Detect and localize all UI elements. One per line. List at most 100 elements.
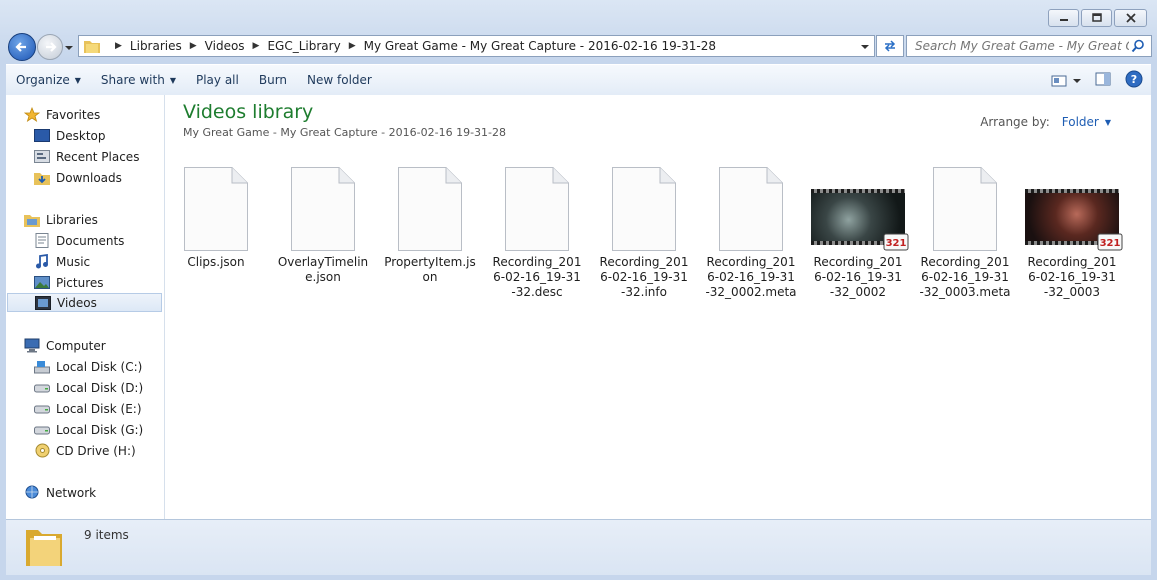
view-icon xyxy=(1051,75,1067,86)
documents-icon xyxy=(34,233,50,248)
nav-computer[interactable]: Computer xyxy=(24,336,162,355)
nav-label: Recent Places xyxy=(56,149,140,164)
maximize-icon xyxy=(1091,13,1102,22)
nav-label: Network xyxy=(46,485,97,500)
breadcrumb-videos[interactable]: Videos xyxy=(205,39,245,53)
file-list-pane: Videos library My Great Game - My Great … xyxy=(165,95,1151,519)
help-button[interactable]: ? xyxy=(1125,70,1143,91)
media-player-icon: 321 xyxy=(883,233,909,251)
nav-favorites[interactable]: Favorites xyxy=(24,105,162,124)
nav-label: CD Drive (H:) xyxy=(56,443,136,458)
burn-button[interactable]: Burn xyxy=(249,65,297,95)
back-button[interactable] xyxy=(8,33,36,61)
folder-icon xyxy=(26,530,62,566)
generic-file-icon xyxy=(380,161,480,251)
change-view-button[interactable] xyxy=(1051,75,1081,87)
chevron-down-icon[interactable]: ▼ xyxy=(1105,118,1111,127)
chevron-down-icon xyxy=(65,46,73,50)
recent-places-icon xyxy=(34,150,50,164)
media-player-icon: 321 xyxy=(1097,233,1123,251)
nav-network[interactable]: Network xyxy=(24,483,162,502)
play-all-button[interactable]: Play all xyxy=(186,65,249,95)
downloads-folder-icon xyxy=(34,171,50,185)
nav-desktop[interactable]: Desktop xyxy=(34,126,162,145)
nav-libraries[interactable]: Libraries xyxy=(24,210,162,229)
search-icon[interactable] xyxy=(1131,39,1145,53)
nav-music[interactable]: Music xyxy=(34,252,162,271)
svg-text:?: ? xyxy=(1131,73,1137,86)
nav-cd-drive[interactable]: CD Drive (H:) xyxy=(34,441,162,460)
nav-label: Pictures xyxy=(56,275,104,290)
generic-file-icon xyxy=(701,161,801,251)
pictures-icon xyxy=(34,276,50,290)
new-folder-button[interactable]: New folder xyxy=(297,65,382,95)
organize-menu[interactable]: Organize ▼ xyxy=(6,65,91,95)
file-item[interactable]: Recording_2016-02-16_19-31-32.desc xyxy=(487,161,587,300)
file-name: Clips.json xyxy=(187,255,245,269)
breadcrumb-current-folder[interactable]: My Great Game - My Great Capture - 2016-… xyxy=(364,39,716,53)
nav-disk-e[interactable]: Local Disk (E:) xyxy=(34,399,162,418)
view-controls: ? xyxy=(1051,70,1143,91)
breadcrumb-egc-library[interactable]: EGC_Library xyxy=(267,39,340,53)
chevron-down-icon: ▼ xyxy=(169,75,176,85)
generic-file-icon xyxy=(594,161,694,251)
preview-pane-button[interactable] xyxy=(1095,72,1111,89)
maximize-button[interactable] xyxy=(1081,9,1112,27)
navigation-pane: Favorites Desktop Recent Places Download… xyxy=(6,95,165,519)
address-bar[interactable]: ▶ Libraries ▶ Videos ▶ EGC_Library ▶ My … xyxy=(78,35,875,57)
file-item[interactable]: PropertyItem.json xyxy=(380,161,480,285)
recent-pages-button[interactable] xyxy=(64,41,74,55)
generic-file-icon xyxy=(915,161,1015,251)
forward-button[interactable] xyxy=(37,34,63,60)
file-item[interactable]: Clips.json xyxy=(166,161,266,270)
file-name: Recording_2016-02-16_19-31-32_0003.meta xyxy=(919,255,1011,299)
file-item[interactable]: Recording_2016-02-16_19-31-32_0002.meta xyxy=(701,161,801,300)
nav-videos[interactable]: Videos xyxy=(7,293,162,312)
nav-recent-places[interactable]: Recent Places xyxy=(34,147,162,166)
file-name: OverlayTimeline.json xyxy=(277,255,369,284)
breadcrumb-separator: ▶ xyxy=(189,41,197,51)
generic-file-icon xyxy=(166,161,266,251)
file-item[interactable]: Recording_2016-02-16_19-31-32.info xyxy=(594,161,694,300)
nav-documents[interactable]: Documents xyxy=(34,231,162,250)
library-folder-icon xyxy=(84,41,100,53)
search-input[interactable] xyxy=(913,38,1131,54)
chevron-down-icon xyxy=(1073,78,1081,83)
computer-icon xyxy=(24,338,40,353)
nav-disk-c[interactable]: Local Disk (C:) xyxy=(34,357,162,376)
file-item[interactable]: OverlayTimeline.json xyxy=(273,161,373,285)
hard-drive-icon xyxy=(34,402,50,416)
nav-disk-d[interactable]: Local Disk (D:) xyxy=(34,378,162,397)
svg-text:321: 321 xyxy=(886,238,907,249)
explorer-window: ▶ Libraries ▶ Videos ▶ EGC_Library ▶ My … xyxy=(0,0,1157,580)
address-history-button[interactable] xyxy=(860,40,870,54)
preview-pane-icon xyxy=(1095,72,1111,86)
nav-label: Desktop xyxy=(56,128,106,143)
file-name: Recording_2016-02-16_19-31-32.info xyxy=(599,255,689,299)
file-name: Recording_2016-02-16_19-31-32_0003 xyxy=(1027,255,1117,299)
chevron-down-icon: ▼ xyxy=(74,75,81,85)
video-thumbnail: 321 xyxy=(1022,161,1123,251)
file-name: Recording_2016-02-16_19-31-32_0002 xyxy=(813,255,903,299)
file-item[interactable]: Recording_2016-02-16_19-31-32_0003.meta xyxy=(915,161,1015,300)
generic-file-icon xyxy=(273,161,373,251)
library-subtitle: My Great Game - My Great Capture - 2016-… xyxy=(183,126,507,139)
minimize-button[interactable] xyxy=(1048,9,1079,27)
nav-pictures[interactable]: Pictures xyxy=(34,273,162,292)
refresh-button[interactable] xyxy=(876,35,904,57)
video-file-item[interactable]: 321 Recording_2016-02-16_19-31-32_0002 xyxy=(808,161,909,300)
nav-label: Favorites xyxy=(46,107,101,122)
video-file-item[interactable]: 321 Recording_2016-02-16_19-31-32_0003 xyxy=(1022,161,1123,300)
share-with-menu[interactable]: Share with ▼ xyxy=(91,65,186,95)
network-icon xyxy=(24,485,40,500)
film-strip-icon xyxy=(35,295,51,310)
libraries-icon xyxy=(24,213,40,227)
breadcrumb-libraries[interactable]: Libraries xyxy=(130,39,182,53)
nav-downloads[interactable]: Downloads xyxy=(34,168,162,187)
nav-label: Computer xyxy=(46,338,106,353)
nav-label: Libraries xyxy=(46,212,98,227)
nav-disk-g[interactable]: Local Disk (G:) xyxy=(34,420,162,439)
arrange-value-dropdown[interactable]: Folder xyxy=(1062,115,1099,129)
star-icon xyxy=(24,107,40,122)
close-button[interactable] xyxy=(1114,9,1147,27)
